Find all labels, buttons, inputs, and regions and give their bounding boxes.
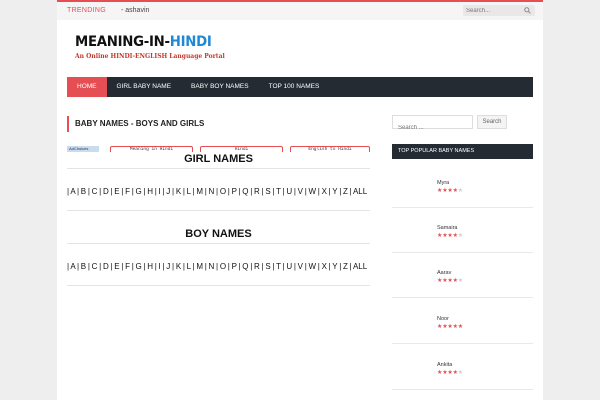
divider [67,243,370,244]
popular-name[interactable]: Aarav [437,269,527,277]
popular-names-heading: TOP POPULAR BABY NAMES [392,144,533,159]
trending-link[interactable]: - ashavin [121,7,149,14]
divider [67,210,370,211]
rating-stars: ★★★★★ [437,232,527,240]
sidebar-search-button[interactable]: Search [477,115,507,129]
top-search-input[interactable] [466,6,521,15]
site-logo[interactable]: MEANING-IN-HINDI An Online HINDI-ENGLISH… [75,34,225,65]
ad-link-hindi[interactable]: Hindi [200,146,283,152]
nav-baby-boy-names[interactable]: BABY BOY NAMES [181,77,259,97]
popular-name-item[interactable]: Myra ★★★★★ [437,179,527,195]
trending-label: TRENDING [67,7,106,14]
divider [392,207,533,208]
divider [392,297,533,298]
popular-name[interactable]: Myra [437,179,527,187]
adchoices-badge[interactable]: AdChoices [67,146,99,152]
rating-stars: ★★★★★ [437,369,527,377]
page-container: MEANING-IN-HINDI An Online HINDI-ENGLISH… [57,20,543,400]
divider [67,168,370,169]
sidebar-search-input[interactable] [393,122,472,134]
nav-girl-baby-name[interactable]: GIRL BABY NAME [107,77,182,97]
star-icon: ★ [457,188,463,194]
boy-alphabet-links[interactable]: | A | B | C | D | E | F | G | H | I | J … [67,261,370,273]
rating-stars: ★★★★★ [437,187,527,195]
popular-name-item[interactable]: Noor ★★★★★ [437,315,527,331]
girl-names-title: GIRL NAMES [184,153,253,165]
page-title: BABY NAMES - BOYS AND GIRLS [67,116,370,132]
main-nav: HOME GIRL BABY NAME BABY BOY NAMES TOP 1… [67,77,533,97]
logo-tagline: An Online HINDI-ENGLISH Language Portal [75,53,225,60]
rating-stars: ★★★★★ [437,323,527,331]
popular-name-item[interactable]: Aarav ★★★★★ [437,269,527,285]
nav-home[interactable]: HOME [67,77,107,97]
search-icon[interactable] [524,7,531,14]
popular-name-item[interactable]: Samaira ★★★★★ [437,224,527,240]
divider [392,252,533,253]
divider [392,343,533,344]
popular-name[interactable]: Ankita [437,361,527,369]
top-search-box[interactable] [463,5,535,16]
ad-link-meaning-in-hindi[interactable]: Meaning in Hindi [110,146,193,152]
ad-link-english-to-hindi[interactable]: English to Hindi [290,146,370,152]
rating-stars: ★★★★★ [437,277,527,285]
nav-top-100-names[interactable]: TOP 100 NAMES [259,77,330,97]
divider [67,285,370,286]
top-bar: TRENDING - ashavin [57,0,543,20]
star-icon: ★ [457,278,463,284]
logo-wordmark: MEANING-IN-HINDI [75,34,212,50]
ad-strip: AdChoices Meaning in Hindi Hindi English… [67,146,370,152]
boy-names-title: BOY NAMES [185,228,252,240]
star-icon: ★ [457,233,463,239]
girl-alphabet-links[interactable]: | A | B | C | D | E | F | G | H | I | J … [67,186,370,198]
popular-name[interactable]: Noor [437,315,527,323]
star-icon: ★ [457,370,463,376]
divider [392,389,533,390]
popular-name-item[interactable]: Ankita ★★★★★ [437,361,527,377]
star-icon: ★ [457,324,463,330]
popular-name[interactable]: Samaira [437,224,527,232]
sidebar-search-box[interactable] [392,115,473,134]
